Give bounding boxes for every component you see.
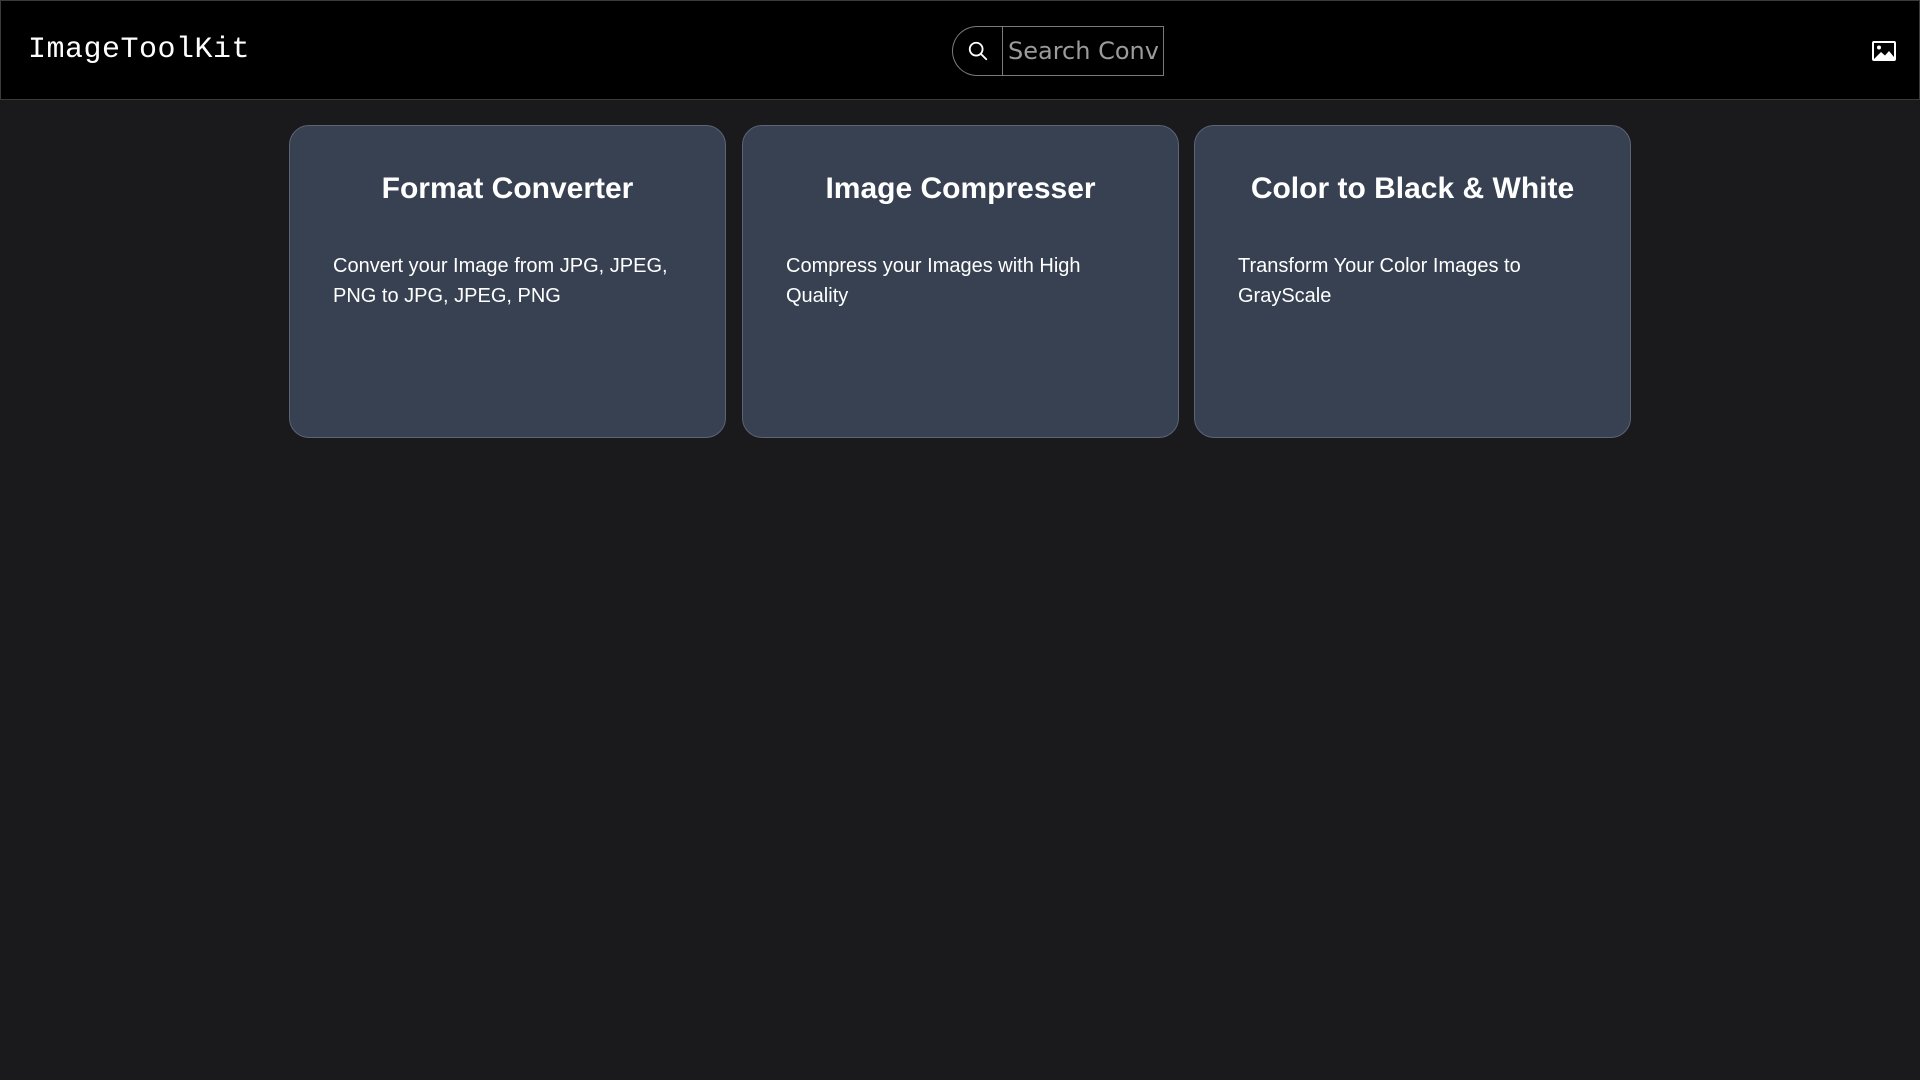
search-input[interactable] (1002, 26, 1164, 76)
card-color-to-black-white[interactable]: Color to Black & White Transform Your Co… (1194, 125, 1631, 438)
card-description: Convert your Image from JPG, JPEG, PNG t… (333, 255, 668, 307)
card-title: Image Compresser (825, 172, 1096, 205)
card-title: Format Converter (381, 172, 634, 205)
card-format-converter[interactable]: Format Converter Convert your Image from… (289, 125, 726, 438)
card-description: Compress your Images with High Quality (786, 255, 1081, 307)
card-image-compresser[interactable]: Image Compresser Compress your Images wi… (742, 125, 1179, 438)
search-bar (952, 26, 1164, 76)
card-description: Transform Your Color Images to GrayScale (1238, 255, 1521, 307)
card-title: Color to Black & White (1250, 172, 1575, 205)
image-icon[interactable] (1872, 40, 1896, 62)
brand-logo-text[interactable]: ImageToolKit (28, 32, 250, 68)
top-navbar: ImageToolKit (0, 0, 1920, 100)
search-icon (968, 41, 987, 61)
search-button[interactable] (952, 26, 1002, 76)
